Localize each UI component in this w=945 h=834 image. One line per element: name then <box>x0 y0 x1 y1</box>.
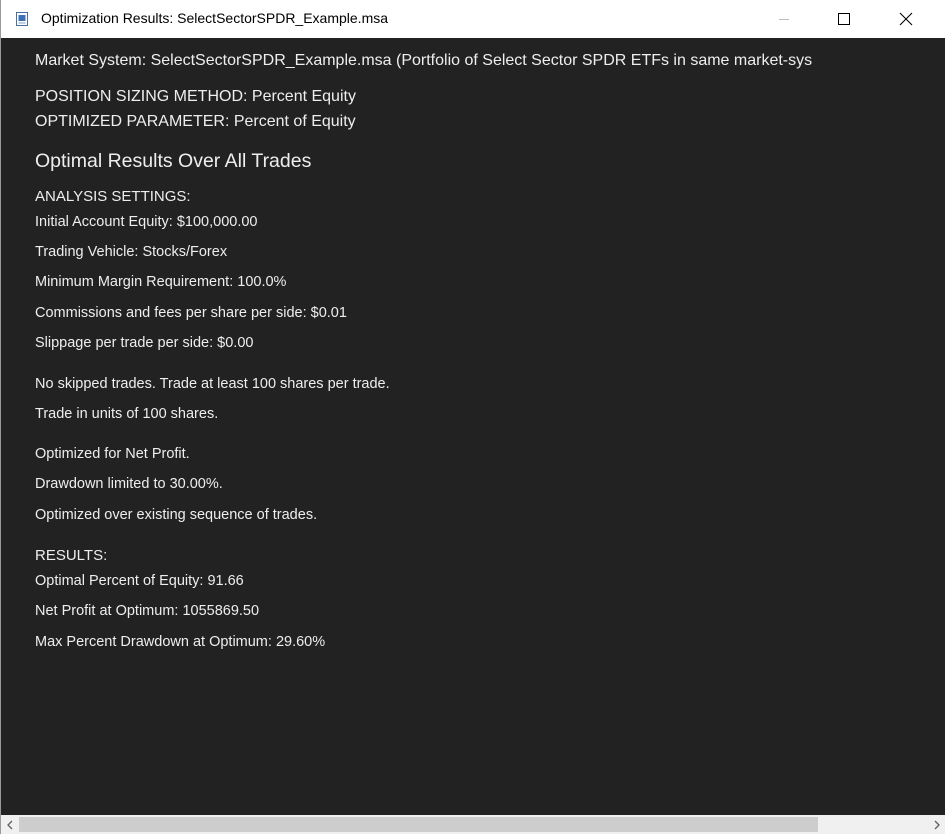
optimization-results-window: Optimization Results: SelectSectorSPDR_E… <box>0 0 945 834</box>
net-profit-line: Net Profit at Optimum: 1055869.50 <box>35 603 260 619</box>
slippage-line: Slippage per trade per side: $0.00 <box>35 335 254 351</box>
optimized-for-line: Optimized for Net Profit. <box>35 446 190 462</box>
max-drawdown-line: Max Percent Drawdown at Optimum: 29.60% <box>35 634 326 650</box>
chevron-left-icon <box>6 820 12 829</box>
horizontal-scrollbar[interactable] <box>1 815 945 834</box>
window-title: Optimization Results: SelectSectorSPDR_E… <box>41 10 389 26</box>
document-icon <box>16 12 28 26</box>
maximize-icon <box>838 13 850 25</box>
minimize-button[interactable] <box>761 0 807 38</box>
trading-vehicle-line: Trading Vehicle: Stocks/Forex <box>35 244 228 260</box>
close-icon <box>899 12 913 26</box>
sequence-note-line: Optimized over existing sequence of trad… <box>35 507 318 523</box>
skipped-trades-line: No skipped trades. Trade at least 100 sh… <box>35 376 390 392</box>
scrollbar-thumb[interactable] <box>19 817 818 832</box>
optimized-parameter-line: OPTIMIZED PARAMETER: Percent of Equity <box>35 113 356 130</box>
sizing-method-line: POSITION SIZING METHOD: Percent Equity <box>35 88 356 105</box>
scroll-left-button[interactable] <box>1 815 18 834</box>
optimal-percent-line: Optimal Percent of Equity: 91.66 <box>35 573 244 589</box>
initial-equity-line: Initial Account Equity: $100,000.00 <box>35 214 258 230</box>
commissions-line: Commissions and fees per share per side:… <box>35 305 347 321</box>
market-system-line: Market System: SelectSectorSPDR_Example.… <box>35 52 813 69</box>
min-margin-line: Minimum Margin Requirement: 100.0% <box>35 274 287 290</box>
minimize-icon <box>779 19 789 20</box>
analysis-settings-heading: ANALYSIS SETTINGS: <box>35 188 191 205</box>
maximize-button[interactable] <box>821 0 867 38</box>
drawdown-limit-line: Drawdown limited to 30.00%. <box>35 476 223 492</box>
scroll-right-button[interactable] <box>928 815 945 834</box>
close-button[interactable] <box>883 0 929 38</box>
trade-units-line: Trade in units of 100 shares. <box>35 406 219 422</box>
chevron-right-icon <box>934 820 940 829</box>
title-bar[interactable]: Optimization Results: SelectSectorSPDR_E… <box>1 0 945 38</box>
section-title: Optimal Results Over All Trades <box>35 150 312 172</box>
results-heading: RESULTS: <box>35 547 108 564</box>
report-content: Market System: SelectSectorSPDR_Example.… <box>1 38 945 815</box>
